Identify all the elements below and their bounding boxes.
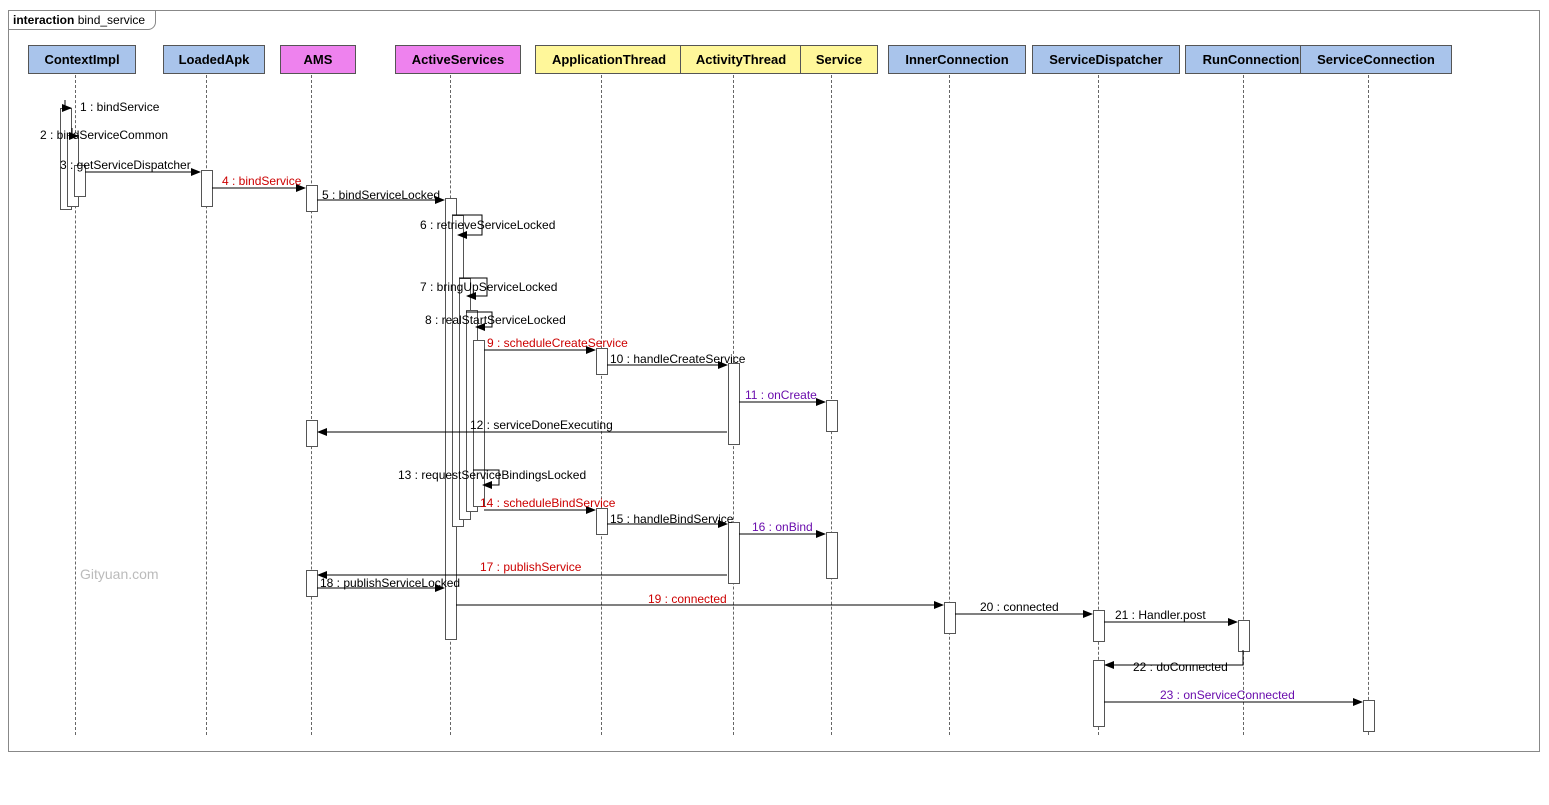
msg-23: 23 : onServiceConnected <box>1160 688 1295 702</box>
watermark: Gityuan.com <box>80 566 159 582</box>
msg-10: 10 : handleCreateService <box>610 352 745 366</box>
msg-6: 6 : retrieveServiceLocked <box>420 218 555 232</box>
msg-7: 7 : bringUpServiceLocked <box>420 280 557 294</box>
msg-21: 21 : Handler.post <box>1115 608 1206 622</box>
msg-2: 2 : bindServiceCommon <box>40 128 168 142</box>
msg-11: 11 : onCreate <box>745 388 817 402</box>
msg-4: 4 : bindService <box>222 174 301 188</box>
msg-1: 1 : bindService <box>80 100 159 114</box>
msg-8: 8 : realStartServiceLocked <box>425 313 566 327</box>
msg-22: 22 : doConnected <box>1133 660 1228 674</box>
msg-17: 17 : publishService <box>480 560 581 574</box>
diagram-root: interaction bind_service ContextImpl Loa… <box>0 0 1549 805</box>
msg-9: 9 : scheduleCreateService <box>487 336 628 350</box>
msg-5: 5 : bindServiceLocked <box>322 188 440 202</box>
msg-15: 15 : handleBindService <box>610 512 733 526</box>
msg-3: 3 : getServiceDispatcher <box>60 158 191 172</box>
msg-12: 12 : serviceDoneExecuting <box>470 418 613 432</box>
arrows-layer <box>0 0 1549 805</box>
msg-13: 13 : requestServiceBindingsLocked <box>398 468 586 482</box>
msg-18: 18 : publishServiceLocked <box>320 576 460 590</box>
msg-14: 14 : scheduleBindService <box>480 496 615 510</box>
msg-19: 19 : connected <box>648 592 727 606</box>
msg-16: 16 : onBind <box>752 520 813 534</box>
msg-20: 20 : connected <box>980 600 1059 614</box>
